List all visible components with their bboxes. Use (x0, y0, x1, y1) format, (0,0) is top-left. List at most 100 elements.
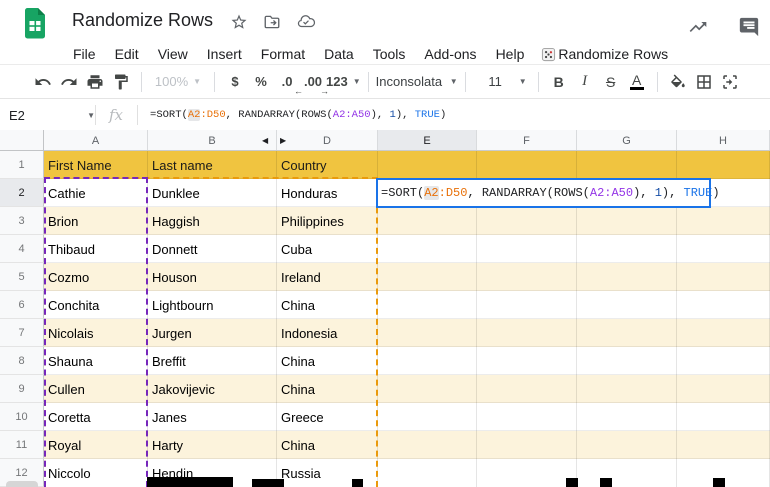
undo-button[interactable] (30, 69, 56, 95)
dice-icon (541, 47, 556, 62)
redo-button[interactable] (56, 69, 82, 95)
row-header-11[interactable]: 11 (0, 431, 44, 459)
borders-button[interactable] (691, 69, 717, 95)
italic-button[interactable]: I (572, 69, 598, 95)
format-percent-button[interactable]: % (248, 69, 274, 95)
toolbar-divider (368, 72, 369, 92)
decrease-decimal-button[interactable]: .0← (274, 69, 300, 95)
column-header-B[interactable]: B (148, 130, 277, 151)
formula-bar: E2 ▼ fx =SORT(A2:D50, RANDARRAY(ROWS(A2:… (0, 100, 770, 130)
cell-D1[interactable]: Country (277, 151, 378, 179)
formula-token: RANDARRAY(ROWS( (238, 109, 333, 121)
row-header-10[interactable]: 10 (0, 403, 44, 431)
move-folder-icon[interactable] (263, 13, 281, 31)
fx-icon: fx (109, 106, 123, 124)
menu-randomize-rows-label: Randomize Rows (558, 46, 668, 62)
name-box[interactable]: E2 ▼ (0, 108, 95, 123)
font-size-select[interactable]: 11▼ (473, 69, 531, 95)
row-header-3[interactable]: 3 (0, 207, 44, 235)
menu-randomize-rows[interactable]: Randomize Rows (541, 46, 668, 62)
menu-insert[interactable]: Insert (207, 46, 242, 62)
zoom-select[interactable]: 100%▼ (149, 69, 207, 95)
merge-cells-button[interactable] (717, 69, 743, 95)
comment-history-icon[interactable] (738, 16, 760, 38)
spreadsheet-grid: First NameLast nameCountryCathieDunkleeH… (0, 130, 770, 487)
redaction-bar (147, 477, 233, 487)
toolbar-divider (214, 72, 215, 92)
bold-button[interactable]: B (546, 69, 572, 95)
text-color-button[interactable]: A (624, 69, 650, 95)
toolbar-divider (141, 72, 142, 92)
row-header-5[interactable]: 5 (0, 263, 44, 291)
print-button[interactable] (82, 69, 108, 95)
cell-editor-E2[interactable]: =SORT(A2:D50, RANDARRAY(ROWS(A2:A50), 1)… (376, 178, 711, 208)
formula-token: ), (633, 186, 655, 200)
column-header-A[interactable]: A (44, 130, 148, 151)
row-header-1[interactable]: 1 (0, 151, 44, 179)
toolbar: 100%▼ $ % .0← .00→ 123▼ Inconsolata▼ 11▼… (0, 64, 770, 99)
increase-decimal-button[interactable]: .00→ (300, 69, 326, 95)
row-header-7[interactable]: 7 (0, 319, 44, 347)
font-family-select[interactable]: Inconsolata▼ (376, 69, 458, 95)
cloud-saved-icon[interactable] (296, 13, 316, 31)
formula-token: =SORT( (381, 186, 424, 200)
formula-token: , (467, 186, 481, 200)
menu-format[interactable]: Format (261, 46, 305, 62)
star-icon[interactable] (230, 13, 248, 31)
formula-token: ), (662, 186, 684, 200)
redaction-bar (252, 479, 284, 487)
menu-tools[interactable]: Tools (373, 46, 406, 62)
menu-edit[interactable]: Edit (115, 46, 139, 62)
title-bar: Randomize Rows (0, 0, 770, 44)
formula-token: 1 (655, 186, 662, 200)
name-box-caret-icon: ▼ (87, 111, 95, 120)
row-header-4[interactable]: 4 (0, 235, 44, 263)
format-currency-button[interactable]: $ (222, 69, 248, 95)
range-highlight-purple (44, 177, 148, 487)
menu-add-ons[interactable]: Add-ons (424, 46, 476, 62)
formula-input[interactable]: =SORT(A2:D50, RANDARRAY(ROWS(A2:A50), 1)… (150, 109, 446, 121)
toolbar-divider (538, 72, 539, 92)
paint-format-button[interactable] (108, 69, 134, 95)
hidden-column-left-arrow-icon[interactable]: ◀ (262, 136, 268, 146)
formula-token: :D50 (439, 186, 468, 200)
formula-token: :D50 (200, 109, 225, 121)
menu-view[interactable]: View (158, 46, 188, 62)
column-header-G[interactable]: G (577, 130, 677, 151)
cell-editor-formula[interactable]: =SORT(A2:D50, RANDARRAY(ROWS(A2:A50), 1)… (381, 186, 720, 200)
fill-color-button[interactable] (665, 69, 691, 95)
cell-A1[interactable]: First Name (44, 151, 148, 179)
formula-token: TRUE (415, 109, 440, 121)
redaction-bar (600, 478, 612, 487)
column-header-E[interactable]: E (378, 130, 477, 151)
menu-data[interactable]: Data (324, 46, 354, 62)
hidden-column-right-arrow-icon[interactable]: ▶ (280, 136, 286, 146)
formula-token: =SORT( (150, 109, 188, 121)
row-header-8[interactable]: 8 (0, 347, 44, 375)
explore-trend-icon[interactable] (686, 17, 710, 37)
redaction-bar (352, 479, 363, 487)
redaction-bar (566, 478, 578, 487)
toolbar-divider (465, 72, 466, 92)
formula-token: RANDARRAY(ROWS( (482, 186, 590, 200)
row-header-2[interactable]: 2 (0, 179, 44, 207)
more-formats-button[interactable]: 123▼ (326, 69, 361, 95)
menu-help[interactable]: Help (496, 46, 525, 62)
row-header-9[interactable]: 9 (0, 375, 44, 403)
menu-file[interactable]: File (73, 46, 96, 62)
column-header-H[interactable]: H (677, 130, 770, 151)
formula-token: TRUE (684, 186, 713, 200)
formula-token: ), (371, 109, 390, 121)
column-header-F[interactable]: F (477, 130, 577, 151)
strikethrough-button[interactable]: S (598, 69, 624, 95)
redaction-bar (713, 478, 725, 487)
column-header-bottom-border (0, 150, 770, 151)
formula-token: A2 (424, 186, 438, 200)
column-header-D[interactable]: D (277, 130, 378, 151)
row-header-6[interactable]: 6 (0, 291, 44, 319)
document-title[interactable]: Randomize Rows (72, 10, 213, 31)
cell-B1[interactable]: Last name (148, 151, 277, 179)
cut-off-element (6, 481, 38, 487)
sheets-logo-icon[interactable] (23, 7, 47, 39)
formula-token: A2:A50 (333, 109, 371, 121)
